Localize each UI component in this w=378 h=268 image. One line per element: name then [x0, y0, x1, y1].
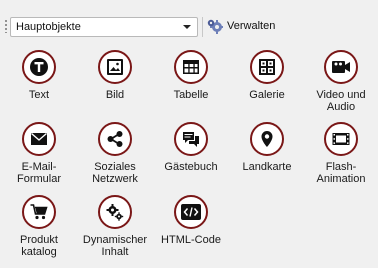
object-text-label: Text [28, 89, 50, 101]
cart-icon [22, 195, 56, 229]
share-icon [98, 122, 132, 156]
toolbar: Hauptobjekte Verwalten [0, 0, 378, 48]
image-icon [98, 50, 132, 84]
map-pin-icon [250, 122, 284, 156]
object-map-label: Landkarte [242, 161, 292, 173]
code-icon [174, 195, 208, 229]
email-icon [22, 122, 56, 156]
object-video-audio-label: Video und Audio [316, 89, 366, 113]
gallery-icon [250, 50, 284, 84]
object-guestbook[interactable]: Gästebuch [153, 122, 229, 173]
select-value: Hauptobjekte [16, 21, 81, 33]
object-table[interactable]: Tabelle [153, 50, 229, 101]
object-dynamic-content[interactable]: Dynamischer Inhalt [77, 195, 153, 258]
object-gallery[interactable]: Galerie [229, 50, 305, 101]
manage-button[interactable]: Verwalten [206, 16, 275, 36]
toolbar-grip[interactable] [4, 19, 8, 33]
object-product-catalog-label: Produkt katalog [20, 234, 58, 258]
object-flash-animation-label: Flash- Animation [316, 161, 366, 185]
object-html-code[interactable]: HTML-Code [153, 195, 229, 246]
puzzle-gear-icon [206, 17, 224, 35]
object-social-network[interactable]: Soziales Netzwerk [77, 122, 153, 185]
object-image[interactable]: Bild [77, 50, 153, 101]
chevron-down-icon[interactable] [183, 25, 191, 29]
manage-label: Verwalten [227, 20, 276, 32]
object-image-label: Bild [105, 89, 125, 101]
table-icon [174, 50, 208, 84]
object-category-select[interactable]: Hauptobjekte [10, 17, 198, 37]
object-email-form[interactable]: E-Mail- Formular [1, 122, 77, 185]
object-gallery-label: Galerie [249, 89, 285, 101]
object-product-catalog[interactable]: Produkt katalog [1, 195, 77, 258]
object-dynamic-content-label: Dynamischer Inhalt [82, 234, 148, 258]
object-video-audio[interactable]: Video und Audio [303, 50, 378, 113]
object-table-label: Tabelle [173, 89, 209, 101]
video-audio-icon [324, 50, 358, 84]
text-icon [22, 50, 56, 84]
object-guestbook-label: Gästebuch [164, 161, 218, 173]
film-icon [324, 122, 358, 156]
chat-icon [174, 122, 208, 156]
object-flash-animation[interactable]: Flash- Animation [303, 122, 378, 185]
object-text[interactable]: Text [1, 50, 77, 101]
gears-icon [98, 195, 132, 229]
object-email-form-label: E-Mail- Formular [16, 161, 61, 185]
object-social-network-label: Soziales Netzwerk [92, 161, 138, 185]
toolbar-separator [202, 17, 203, 37]
object-html-code-label: HTML-Code [161, 234, 221, 246]
object-map[interactable]: Landkarte [229, 122, 305, 173]
